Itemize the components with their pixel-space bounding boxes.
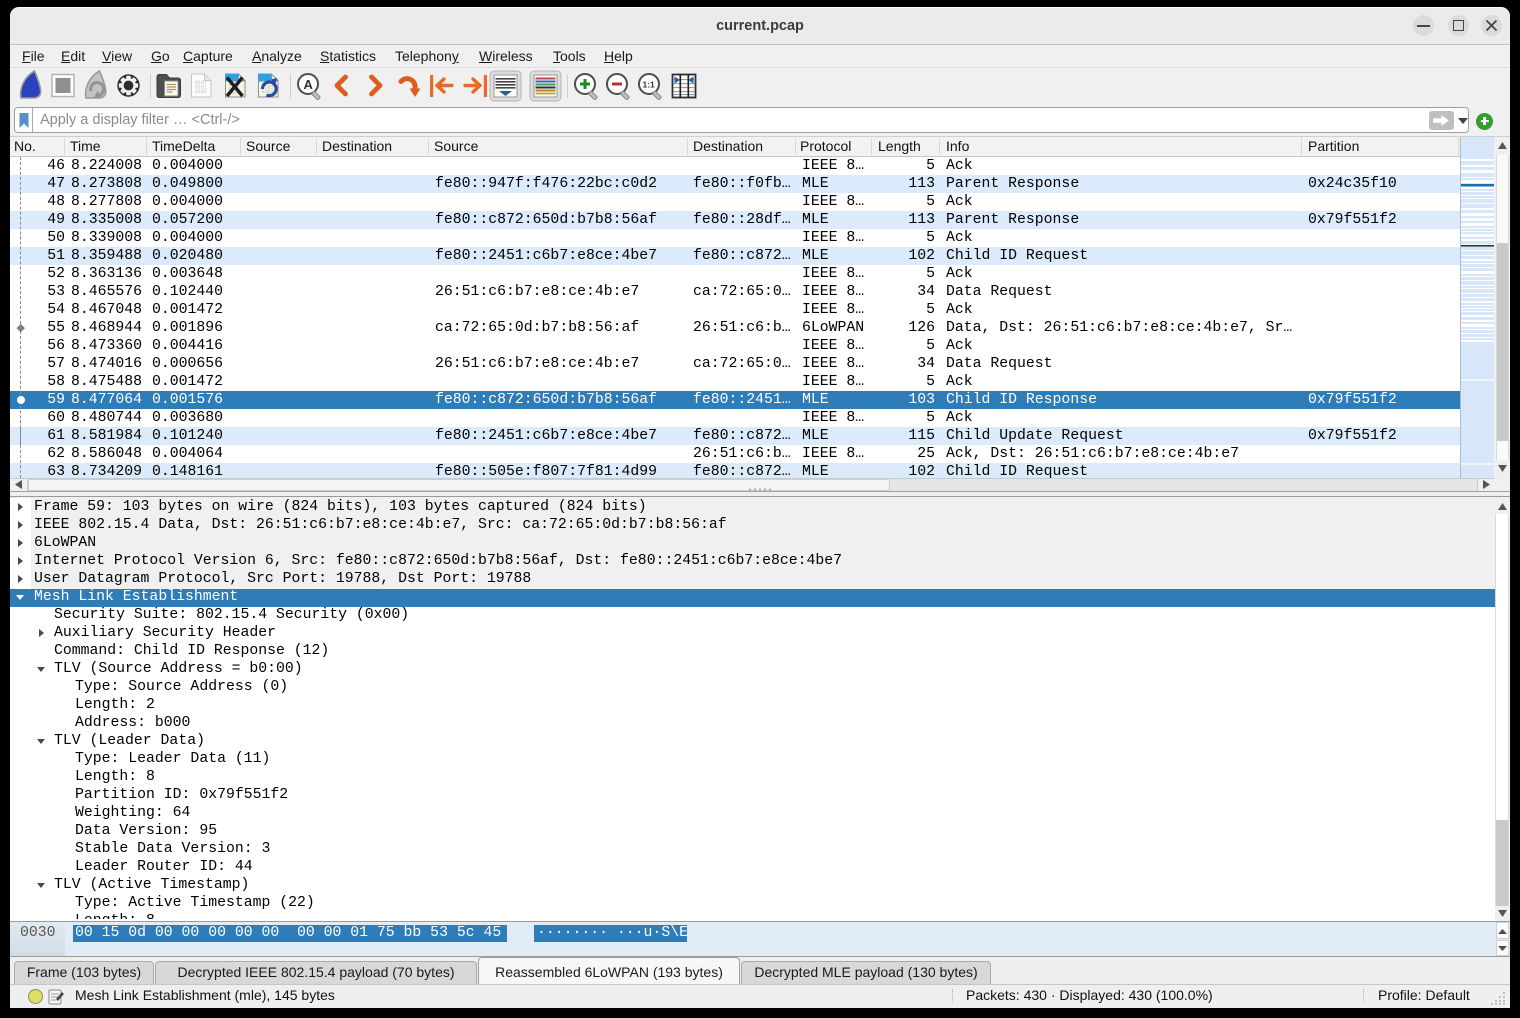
svg-text:A: A — [304, 77, 314, 92]
svg-text:1:1: 1:1 — [643, 80, 656, 90]
svg-text:0101: 0101 — [195, 89, 207, 95]
